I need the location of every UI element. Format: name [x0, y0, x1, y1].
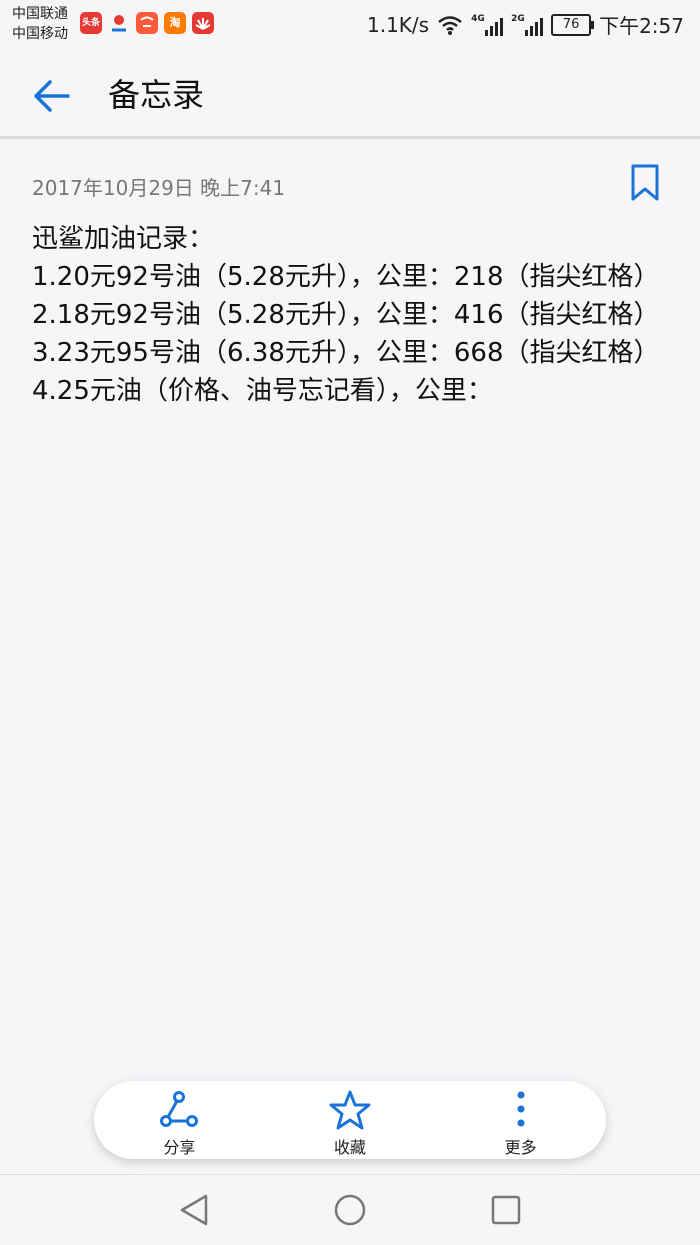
- carrier-info: 中国联通 中国移动: [12, 4, 68, 44]
- status-right: 1.1K/s 4G 2G 76 下午2:57: [367, 10, 684, 39]
- clock: 下午2:57: [599, 14, 684, 38]
- back-arrow-icon[interactable]: [30, 74, 74, 118]
- battery-icon: 76: [551, 13, 595, 36]
- share-button[interactable]: 分享: [94, 1081, 265, 1159]
- signal-2g-icon: 2G: [511, 13, 544, 36]
- more-label: 更多: [504, 1138, 537, 1157]
- favorite-label: 收藏: [334, 1138, 367, 1157]
- favorite-button[interactable]: 收藏: [265, 1081, 436, 1159]
- note-body[interactable]: 迅鲨加油记录： 1.20元92号油（5.28元升），公里：218（指尖红格） 2…: [32, 220, 672, 410]
- nav-recents-icon[interactable]: [488, 1192, 524, 1228]
- more-button[interactable]: 更多: [435, 1081, 606, 1159]
- share-icon: [160, 1091, 199, 1127]
- signal-4g-label: 4G: [471, 13, 485, 24]
- carrier-1: 中国联通: [12, 6, 68, 22]
- signal-2g-label: 2G: [511, 13, 525, 24]
- wifi-icon: [438, 15, 462, 35]
- share-label: 分享: [163, 1138, 196, 1157]
- map-app-icon: [108, 12, 130, 34]
- signal-4g-icon: 4G: [471, 13, 504, 36]
- note-timestamp: 2017年10月29日 晚上7:41: [32, 176, 286, 200]
- tmall-app-icon: [136, 12, 158, 34]
- nav-back-icon[interactable]: [176, 1192, 212, 1228]
- taobao-app-icon: 淘: [164, 12, 186, 34]
- app-bar: 备忘录: [0, 52, 700, 139]
- more-vert-icon: [517, 1091, 525, 1127]
- note-toolbar: 分享 收藏 更多: [94, 1081, 606, 1159]
- system-nav-bar: [0, 1174, 700, 1245]
- star-icon: [329, 1090, 371, 1130]
- toutiao-app-icon: 头条: [80, 12, 102, 34]
- net-speed: 1.1K/s: [366, 12, 430, 37]
- status-bar: 中国联通 中国移动 头条 淘 1.1K/s 4G 2G 76 下午2:57: [0, 0, 700, 50]
- nav-home-icon[interactable]: [332, 1192, 368, 1228]
- page-title: 备忘录: [108, 76, 205, 114]
- bookmark-icon[interactable]: [624, 162, 666, 204]
- notification-icons: 头条 淘: [80, 12, 214, 34]
- carrier-2: 中国移动: [12, 26, 68, 42]
- huawei-app-icon: [192, 12, 214, 34]
